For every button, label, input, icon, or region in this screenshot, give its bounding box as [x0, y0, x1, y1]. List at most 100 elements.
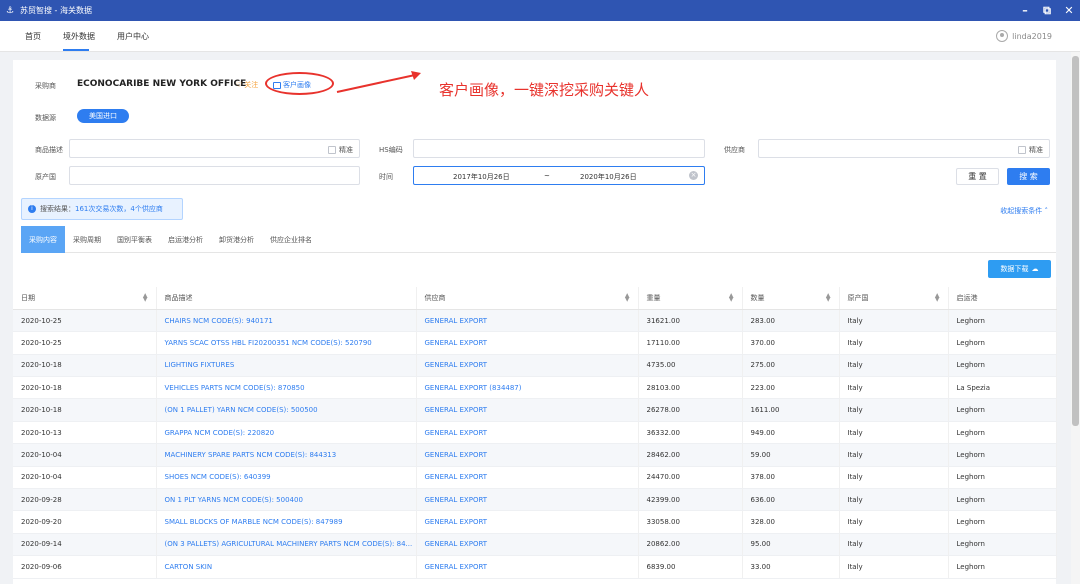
table-row[interactable]: 2020-10-18 VEHICLES PARTS NCM CODE(S): 87… — [13, 376, 1057, 400]
follow-button[interactable]: ♡ 关注 — [236, 80, 258, 90]
cell-supplier[interactable]: GENERAL EXPORT — [416, 398, 639, 422]
cell-product[interactable]: CHAIRS NCM CODE(S): 940171 — [156, 309, 417, 333]
close-icon[interactable]: ✕ — [1058, 0, 1080, 21]
restore-icon[interactable]: ⧉ — [1036, 0, 1058, 21]
table-row[interactable]: 2020-10-25 YARNS SCAC OTSS HBL FI20200351… — [13, 331, 1057, 355]
cell-product[interactable]: SHOES NCM CODE(S): 640399 — [156, 466, 417, 490]
cell-product[interactable]: LIGHTING FIXTURES — [156, 354, 417, 378]
user-menu[interactable]: linda2019 — [996, 30, 1052, 42]
product-desc-label: 商品描述 — [35, 146, 63, 154]
cell-date: 2020-09-06 — [13, 555, 157, 579]
annotation-arrow — [336, 71, 421, 93]
cell-product[interactable]: CARTON SKIN — [156, 555, 417, 579]
cell-weight: 20862.00 — [638, 533, 743, 557]
tab-purchase-content[interactable]: 采购内容 — [21, 226, 65, 253]
cell-product[interactable]: GRAPPA NCM CODE(S): 220820 — [156, 421, 417, 445]
cell-origin: Italy — [839, 443, 949, 467]
sort-icon[interactable]: ▲ ▼ — [625, 293, 630, 303]
cell-origin: Italy — [839, 555, 949, 579]
cell-date: 2020-10-18 — [13, 376, 157, 400]
table-row[interactable]: 2020-09-28 ON 1 PLT YARNS NCM CODE(S): 50… — [13, 488, 1057, 512]
table-row[interactable]: 2020-10-25 CHAIRS NCM CODE(S): 940171 GENE… — [13, 309, 1057, 333]
result-prefix: 搜索结果： — [40, 205, 75, 213]
nav-overseas-data[interactable]: 境外数据 — [63, 31, 95, 42]
table-row[interactable]: 2020-10-18 (ON 1 PALLET) YARN NCM CODE(S)… — [13, 398, 1057, 422]
date-range-picker[interactable]: 2017年10月26日 ~ 2020年10月26日 × — [413, 166, 705, 185]
origin-input[interactable] — [69, 166, 360, 185]
tab-supplier-ranking[interactable]: 供应企业排名 — [262, 226, 320, 253]
cell-origin: Italy — [839, 398, 949, 422]
analysis-tabs: 采购内容 采购周期 国别平衡表 启运港分析 卸货港分析 供应企业排名 — [21, 226, 1056, 253]
col-header-origin[interactable]: 原产国 ▲ ▼ — [839, 287, 949, 310]
cell-product[interactable]: (ON 1 PALLET) YARN NCM CODE(S): 500500 — [156, 398, 417, 422]
cell-supplier[interactable]: GENERAL EXPORT — [416, 421, 639, 445]
hs-code-input[interactable] — [413, 139, 705, 158]
supplier-input[interactable]: 精准 — [758, 139, 1050, 158]
cell-supplier[interactable]: GENERAL EXPORT — [416, 466, 639, 490]
scrollbar-thumb[interactable] — [1072, 56, 1079, 426]
col-header-quantity[interactable]: 数量 ▲ ▼ — [742, 287, 840, 310]
tab-purchase-cycle[interactable]: 采购周期 — [65, 226, 109, 253]
sort-icon[interactable]: ▲ ▼ — [826, 293, 831, 303]
tab-country-balance[interactable]: 国别平衡表 — [109, 226, 160, 253]
data-download-button[interactable]: 数据下载 ☁ — [988, 260, 1051, 278]
cell-product[interactable]: (ON 3 PALLETS) AGRICULTURAL MACHINERY PA… — [156, 533, 417, 557]
source-us-import[interactable]: 美国进口 — [77, 109, 129, 123]
supplier-exact-checkbox[interactable]: 精准 — [1018, 145, 1043, 155]
collapse-filters-link[interactable]: 收起搜索条件 ˄ — [1000, 206, 1048, 216]
search-button[interactable]: 搜 索 — [1007, 168, 1050, 185]
table-row[interactable]: 2020-09-20 SMALL BLOCKS OF MARBLE NCM COD… — [13, 510, 1057, 534]
col-header-weight[interactable]: 重量 ▲ ▼ — [638, 287, 743, 310]
cell-port: Leghorn — [948, 398, 1057, 422]
cell-supplier[interactable]: GENERAL EXPORT — [416, 354, 639, 378]
anchor-icon: ⚓ — [6, 5, 15, 16]
cell-date: 2020-09-20 — [13, 510, 157, 534]
nav-home[interactable]: 首页 — [25, 31, 41, 42]
table-row[interactable]: 2020-09-06 CARTON SKIN GENERAL EXPORT 6839.… — [13, 555, 1057, 579]
tab-discharge-port[interactable]: 卸货港分析 — [211, 226, 262, 253]
col-header-label: 数量 — [750, 293, 765, 302]
cell-supplier[interactable]: GENERAL EXPORT — [416, 443, 639, 467]
cell-weight: 28462.00 — [638, 443, 743, 467]
cell-supplier[interactable]: GENERAL EXPORT — [416, 309, 639, 333]
cell-supplier[interactable]: GENERAL EXPORT — [416, 331, 639, 355]
cell-product[interactable]: YARNS SCAC OTSS HBL FI20200351 NCM CODE(… — [156, 331, 417, 355]
product-exact-checkbox[interactable]: 精准 — [328, 145, 353, 155]
nav-user-center[interactable]: 用户中心 — [117, 31, 149, 42]
cell-supplier[interactable]: GENERAL EXPORT — [416, 555, 639, 579]
cell-quantity: 33.00 — [742, 555, 840, 579]
scrollbar[interactable] — [1071, 52, 1080, 584]
table-row[interactable]: 2020-10-13 GRAPPA NCM CODE(S): 220820 GENE… — [13, 421, 1057, 445]
sort-icon[interactable]: ▲ ▼ — [143, 293, 148, 303]
clear-icon[interactable]: × — [689, 171, 698, 180]
annotation-ellipse — [265, 72, 334, 95]
avatar — [996, 30, 1009, 42]
cell-quantity: 370.00 — [742, 331, 840, 355]
cell-supplier[interactable]: GENERAL EXPORT — [416, 533, 639, 557]
cell-quantity: 59.00 — [742, 443, 840, 467]
cell-product[interactable]: SMALL BLOCKS OF MARBLE NCM CODE(S): 8479… — [156, 510, 417, 534]
col-header-date[interactable]: 日期 ▲ ▼ — [13, 287, 157, 310]
col-header-label: 日期 — [21, 293, 35, 302]
tab-origin-port[interactable]: 启运港分析 — [160, 226, 211, 253]
table-row[interactable]: 2020-09-14 (ON 3 PALLETS) AGRICULTURAL MA… — [13, 533, 1057, 557]
cell-product[interactable]: ON 1 PLT YARNS NCM CODE(S): 500400 — [156, 488, 417, 512]
sort-icon[interactable]: ▲ ▼ — [935, 293, 940, 303]
reset-button[interactable]: 重 置 — [956, 168, 999, 185]
table-row[interactable]: 2020-10-04 MACHINERY SPARE PARTS NCM CODE… — [13, 443, 1057, 467]
table-row[interactable]: 2020-10-18 LIGHTING FIXTURES GENERAL EXPOR… — [13, 354, 1057, 378]
cell-supplier[interactable]: GENERAL EXPORT — [416, 510, 639, 534]
cell-quantity: 223.00 — [742, 376, 840, 400]
result-count: 161次交易次数，4个供应商 — [75, 205, 163, 213]
cell-supplier[interactable]: GENERAL EXPORT (834487) — [416, 376, 639, 400]
cell-supplier[interactable]: GENERAL EXPORT — [416, 488, 639, 512]
table-row[interactable]: 2020-10-04 SHOES NCM CODE(S): 640399 GENER… — [13, 466, 1057, 490]
col-header-supplier[interactable]: 供应商 ▲ ▼ — [416, 287, 639, 310]
cell-product[interactable]: MACHINERY SPARE PARTS NCM CODE(S): 84431… — [156, 443, 417, 467]
minimize-icon[interactable]: – — [1014, 0, 1036, 21]
cell-product[interactable]: VEHICLES PARTS NCM CODE(S): 870850 — [156, 376, 417, 400]
product-desc-input[interactable]: 精准 — [69, 139, 360, 158]
sort-icon[interactable]: ▲ ▼ — [729, 293, 734, 303]
cell-quantity: 95.00 — [742, 533, 840, 557]
cell-quantity: 949.00 — [742, 421, 840, 445]
